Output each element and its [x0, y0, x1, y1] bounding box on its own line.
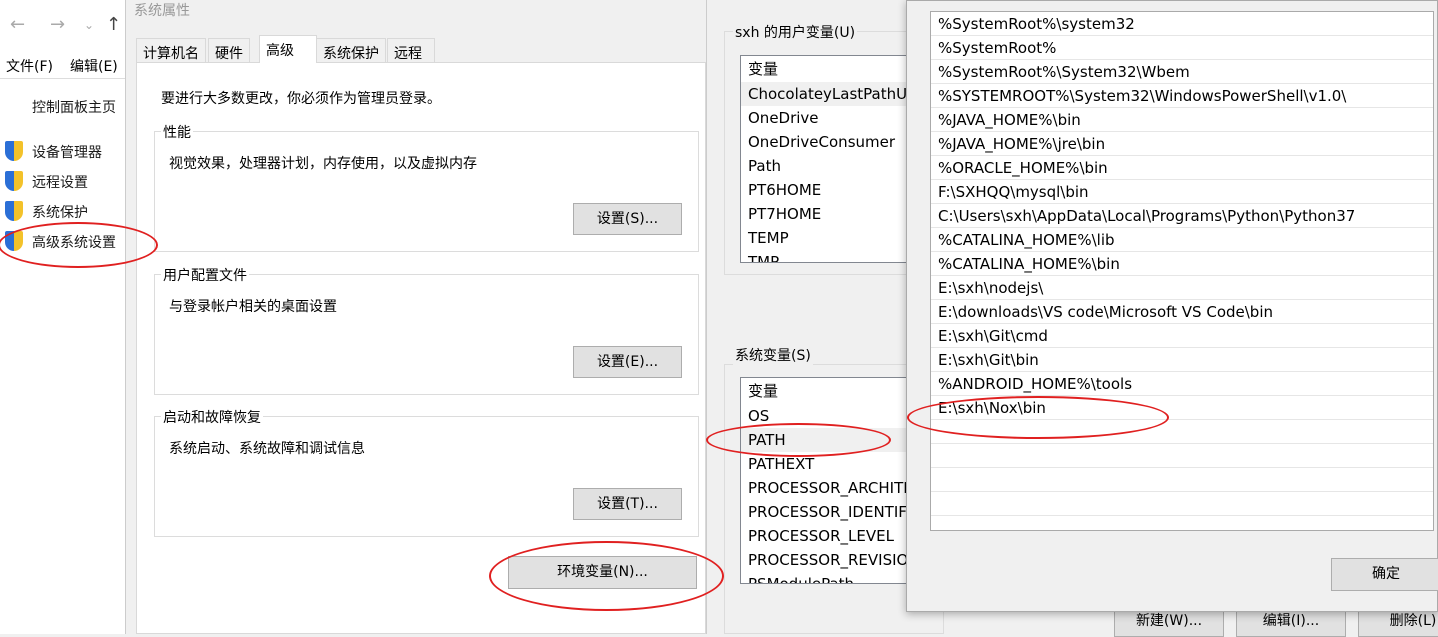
shield-icon — [5, 141, 23, 161]
startup-settings-button[interactable]: 设置(T)... — [573, 488, 682, 520]
path-entry[interactable]: E:\sxh\Git\bin — [931, 348, 1433, 372]
menu-file[interactable]: 文件(F) — [6, 56, 53, 76]
startup-recovery-group: 启动和故障恢复 系统启动、系统故障和调试信息 设置(T)... — [154, 407, 699, 537]
environment-variables-button[interactable]: 环境变量(N)... — [508, 556, 697, 589]
path-entry[interactable]: %CATALINA_HOME%\bin — [931, 252, 1433, 276]
forward-button[interactable]: → — [50, 14, 65, 35]
performance-group: 性能 视觉效果，处理器计划，内存使用，以及虚拟内存 设置(S)... — [154, 122, 699, 252]
dialog-title: 系统属性 — [134, 3, 190, 19]
recent-dropdown[interactable]: ⌄ — [84, 18, 94, 32]
group-label: 用户配置文件 — [161, 265, 249, 285]
shield-icon — [5, 171, 23, 191]
sidebar-item-device-manager[interactable]: 设备管理器 — [32, 142, 102, 162]
system-vars-label: 系统变量(S) — [733, 345, 813, 365]
sidebar-item-remote[interactable]: 远程设置 — [32, 172, 88, 192]
sidebar-item-protection[interactable]: 系统保护 — [32, 202, 88, 222]
tab-content: 要进行大多数更改，你必须作为管理员登录。 性能 视觉效果，处理器计划，内存使用，… — [136, 62, 706, 634]
group-label: 性能 — [161, 122, 193, 142]
tab-advanced[interactable]: 高级 — [259, 35, 317, 63]
path-entries-list[interactable]: %SystemRoot%\system32 %SystemRoot% %System… — [930, 11, 1434, 531]
path-entry[interactable]: E:\sxh\Git\cmd — [931, 324, 1433, 348]
path-entry[interactable]: %CATALINA_HOME%\lib — [931, 228, 1433, 252]
empty-row[interactable] — [931, 492, 1433, 516]
tab-hardware[interactable]: 硬件 — [208, 38, 250, 63]
path-entry[interactable]: %SYSTEMROOT%\System32\WindowsPowerShell\… — [931, 84, 1433, 108]
shield-icon — [5, 231, 23, 251]
empty-row[interactable] — [931, 420, 1433, 444]
shield-icon — [5, 201, 23, 221]
group-label: 启动和故障恢复 — [161, 407, 263, 427]
group-description: 与登录帐户相关的桌面设置 — [169, 299, 337, 315]
path-entry[interactable]: %JAVA_HOME%\jre\bin — [931, 132, 1433, 156]
system-properties-dialog: 系统属性 计算机名 硬件 高级 系统保护 远程 要进行大多数更改，你必须作为管理… — [125, 0, 706, 634]
back-button[interactable]: ← — [10, 14, 25, 35]
group-description: 系统启动、系统故障和调试信息 — [169, 441, 365, 457]
edit-path-dialog: %SystemRoot%\system32 %SystemRoot% %System… — [906, 0, 1438, 612]
performance-settings-button[interactable]: 设置(S)... — [573, 203, 682, 235]
group-description: 视觉效果，处理器计划，内存使用，以及虚拟内存 — [169, 156, 477, 172]
path-entry[interactable]: %JAVA_HOME%\bin — [931, 108, 1433, 132]
sidebar-item-advanced[interactable]: 高级系统设置 — [32, 232, 116, 252]
menu-edit[interactable]: 编辑(E) — [70, 56, 118, 76]
admin-note: 要进行大多数更改，你必须作为管理员登录。 — [161, 91, 441, 107]
divider — [0, 78, 125, 79]
control-panel-home-link[interactable]: 控制面板主页 — [32, 97, 116, 117]
user-profiles-group: 用户配置文件 与登录帐户相关的桌面设置 设置(E)... — [154, 265, 699, 395]
path-entry[interactable]: %SystemRoot%\System32\Wbem — [931, 60, 1433, 84]
path-entry[interactable]: E:\sxh\Nox\bin — [931, 396, 1433, 420]
user-vars-label: sxh 的用户变量(U) — [733, 22, 858, 42]
control-panel-window: ← → ⌄ ↑ 文件(F) 编辑(E) 控制面板主页 设备管理器 远程设置 系统… — [0, 0, 125, 634]
up-button[interactable]: ↑ — [106, 14, 121, 35]
path-entry[interactable]: %ORACLE_HOME%\bin — [931, 156, 1433, 180]
path-entry[interactable]: E:\downloads\VS code\Microsoft VS Code\b… — [931, 300, 1433, 324]
path-entry[interactable]: %SystemRoot% — [931, 36, 1433, 60]
tab-computer-name[interactable]: 计算机名 — [136, 38, 206, 63]
ok-button[interactable]: 确定 — [1331, 558, 1438, 591]
path-entry[interactable]: F:\SXHQQ\mysql\bin — [931, 180, 1433, 204]
path-entry[interactable]: %ANDROID_HOME%\tools — [931, 372, 1433, 396]
empty-row[interactable] — [931, 444, 1433, 468]
tab-remote[interactable]: 远程 — [387, 38, 435, 63]
empty-row[interactable] — [931, 468, 1433, 492]
path-entry[interactable]: C:\Users\sxh\AppData\Local\Programs\Pyth… — [931, 204, 1433, 228]
path-entry[interactable]: E:\sxh\nodejs\ — [931, 276, 1433, 300]
path-entry[interactable]: %SystemRoot%\system32 — [931, 12, 1433, 36]
tab-system-protection[interactable]: 系统保护 — [316, 38, 386, 63]
profile-settings-button[interactable]: 设置(E)... — [573, 346, 682, 378]
